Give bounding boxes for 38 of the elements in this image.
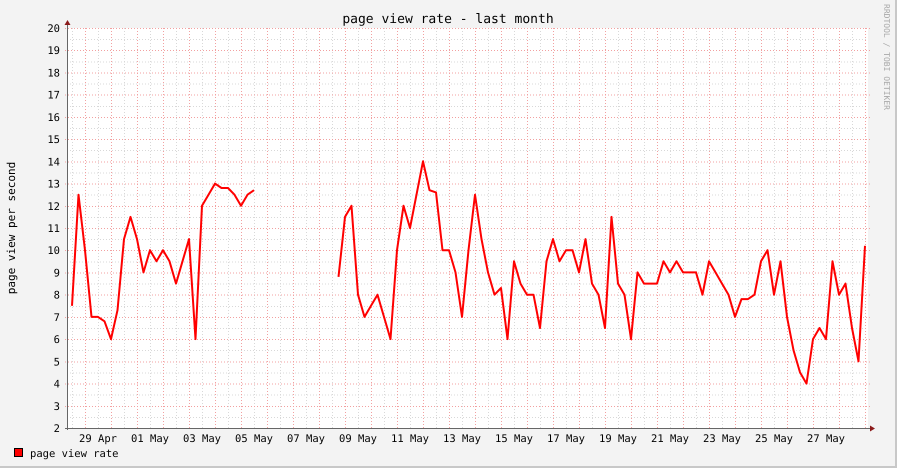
x-tick-label: 13 May xyxy=(443,433,481,445)
x-tick-label: 19 May xyxy=(599,433,637,445)
y-tick-label: 20 xyxy=(47,23,60,35)
x-tick-label: 05 May xyxy=(235,433,273,445)
y-tick-label: 6 xyxy=(54,334,60,346)
y-axis-title: page view per second xyxy=(5,162,18,294)
x-tick-label: 11 May xyxy=(391,433,429,445)
y-tick-label: 19 xyxy=(47,45,60,58)
y-tick-label: 13 xyxy=(47,178,60,191)
y-tick-label: 7 xyxy=(54,312,60,324)
x-tick-label: 23 May xyxy=(703,433,741,445)
y-tick-label: 16 xyxy=(47,112,60,124)
x-tick-label: 15 May xyxy=(495,433,533,445)
credit-label: RRDTOOL / TOBI OETIKER xyxy=(882,4,891,110)
y-tick-label: 4 xyxy=(54,378,60,391)
y-tick-label: 12 xyxy=(47,200,60,213)
x-tick-label: 01 May xyxy=(131,433,169,445)
x-tick-label: 07 May xyxy=(287,433,325,445)
y-tick-label: 10 xyxy=(47,245,60,258)
y-tick-label: 9 xyxy=(54,267,60,280)
x-tick-label: 27 May xyxy=(807,433,845,445)
y-tick-label: 14 xyxy=(47,156,60,168)
y-tick-label: 8 xyxy=(54,290,60,302)
y-tick-label: 15 xyxy=(47,134,60,146)
x-tick-label: 03 May xyxy=(183,433,221,445)
x-tick-label: 21 May xyxy=(651,433,689,445)
y-tick-label: 17 xyxy=(47,90,60,102)
y-tick-label: 18 xyxy=(47,67,60,80)
legend-label: page view rate xyxy=(30,448,119,460)
y-tick-label: 11 xyxy=(47,223,60,235)
y-tick-label: 2 xyxy=(54,423,60,435)
x-tick-label: 09 May xyxy=(339,433,377,445)
y-tick-label: 5 xyxy=(54,356,60,368)
y-tick-label: 3 xyxy=(54,400,60,413)
x-tick-label: 17 May xyxy=(547,433,585,445)
x-tick-label: 29 Apr xyxy=(79,433,117,445)
x-tick-label: 25 May xyxy=(755,433,793,445)
chart-title: page view rate - last month xyxy=(342,12,554,27)
